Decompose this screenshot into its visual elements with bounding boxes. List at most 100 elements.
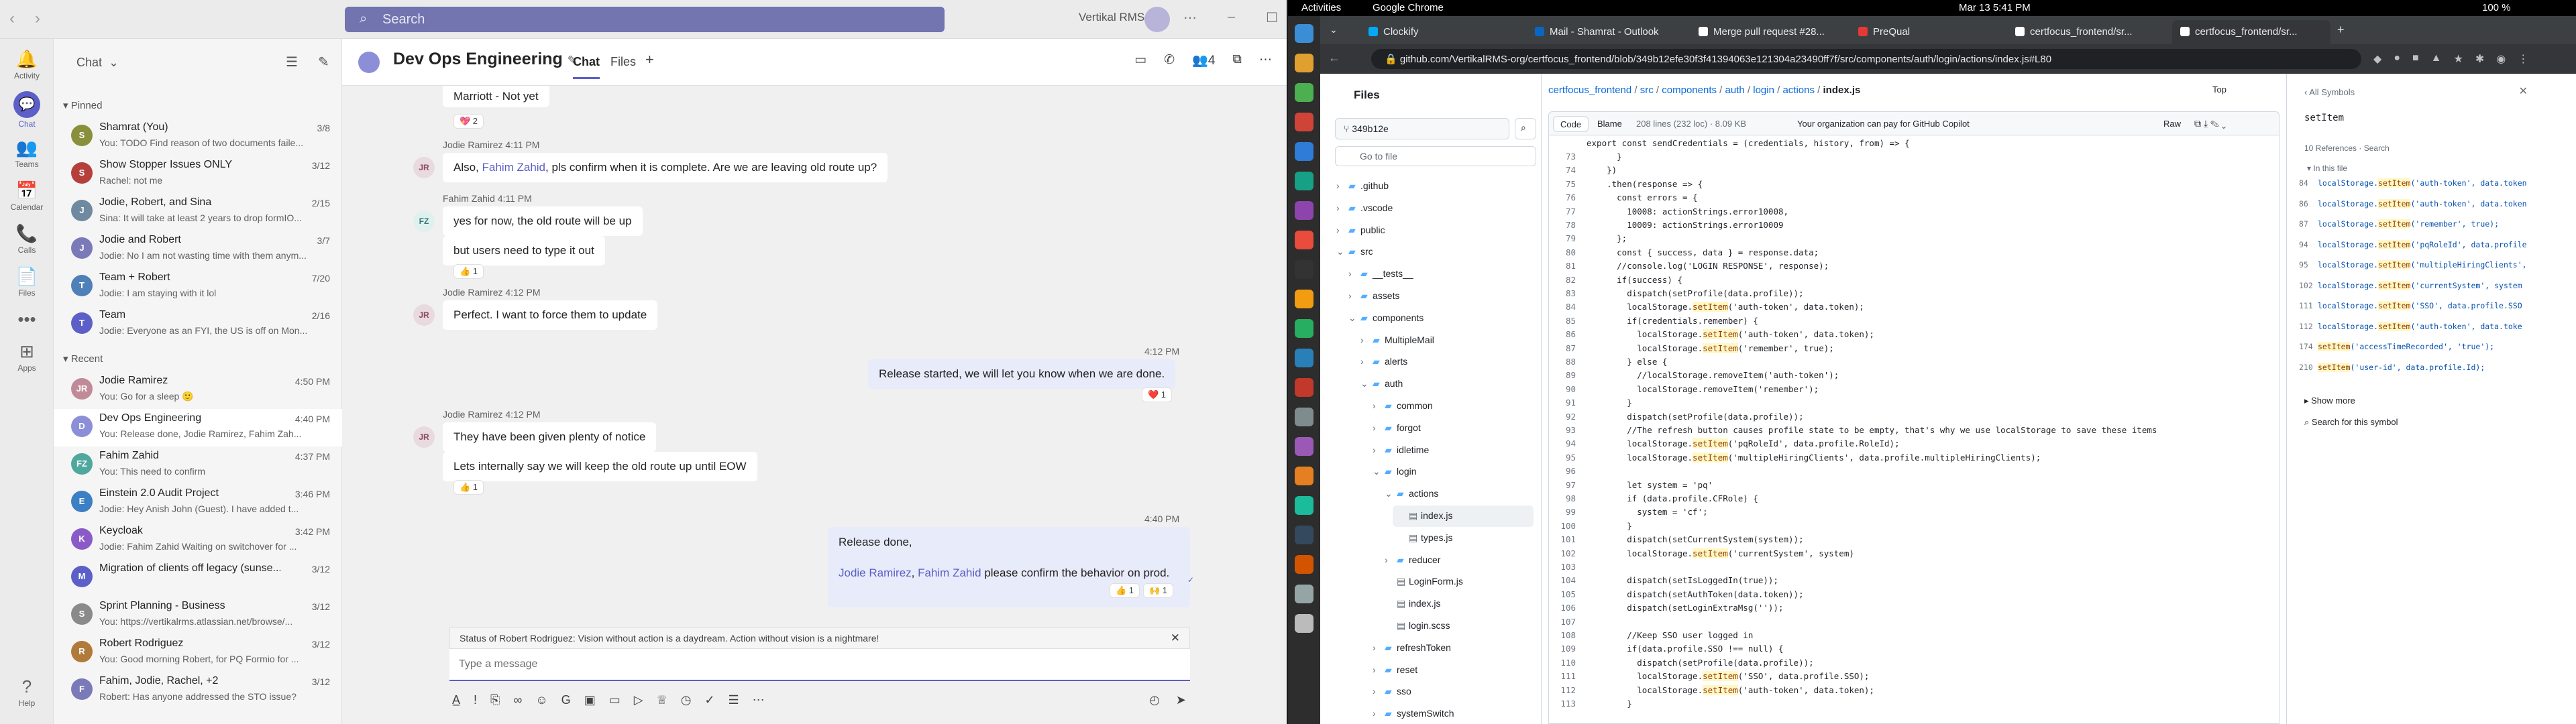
line-number[interactable]: 104 <box>1549 574 1587 587</box>
dock-app-icon[interactable] <box>1295 172 1313 190</box>
rail-calls[interactable]: 📞 Calls <box>0 223 54 255</box>
rail-more[interactable]: ••• <box>0 308 54 330</box>
dock-app-icon[interactable] <box>1295 290 1313 308</box>
audio-call-icon[interactable]: ✆ <box>1164 52 1175 68</box>
chat-list-item[interactable]: F Fahim, Jodie, Rachel, +2 Robert: Has any… <box>54 672 342 709</box>
chat-list-item[interactable]: S Sprint Planning - Business You: https://… <box>54 597 342 634</box>
reaction-chip[interactable]: 🙌 1 <box>1143 583 1174 598</box>
rail-teams[interactable]: 👥 Teams <box>0 137 54 169</box>
profile-icon[interactable]: ◉ <box>2496 52 2506 66</box>
line-number[interactable]: 109 <box>1549 642 1587 656</box>
pinned-section-label[interactable]: ▾ Pinned <box>63 99 102 111</box>
approvals-icon[interactable]: ✓ <box>704 693 714 707</box>
line-number[interactable]: 110 <box>1549 656 1587 670</box>
filter-icon[interactable]: ☰ <box>286 54 298 70</box>
reference-item[interactable]: 87 localStorage.setItem('remember', true)… <box>2299 219 2499 229</box>
praise-icon[interactable]: ♕ <box>657 693 667 707</box>
symbol-highlight[interactable]: setItem <box>1693 452 1728 463</box>
line-number[interactable]: 78 <box>1549 219 1587 232</box>
line-number[interactable]: 97 <box>1549 479 1587 492</box>
breadcrumb-segment[interactable]: components <box>1662 84 1717 96</box>
chevron-down-icon[interactable]: ⌄ <box>2222 118 2226 129</box>
browser-tab[interactable]: certfocus_frontend/sr... <box>2172 20 2330 44</box>
mention-link[interactable]: Fahim Zahid <box>918 566 981 579</box>
rail-apps[interactable]: ⊞ Apps <box>0 341 54 373</box>
tree-item[interactable]: ⌄ ▰ src <box>1332 241 1534 263</box>
browser-tab[interactable]: Mail - Shamrat - Outlook <box>1527 20 1685 44</box>
forms-icon[interactable]: ☰ <box>729 693 739 707</box>
dock-app-icon[interactable] <box>1295 260 1313 279</box>
more-options-icon[interactable]: ⋯ <box>1183 9 1197 26</box>
tree-item[interactable]: › ▰ .vscode <box>1332 198 1534 219</box>
tree-item[interactable]: › ▰ .github <box>1332 176 1534 197</box>
line-number[interactable]: 87 <box>1549 342 1587 355</box>
breadcrumb-segment[interactable]: certfocus_frontend <box>1548 84 1631 96</box>
tree-item[interactable]: › ▰ __tests__ <box>1344 263 1534 285</box>
mention-link[interactable]: Fahim Zahid <box>482 161 545 174</box>
loop-icon[interactable]: ∞ <box>513 693 522 707</box>
puzzle-icon[interactable]: ✱ <box>2475 52 2484 66</box>
attach-icon[interactable]: ⎘ <box>490 693 500 707</box>
chat-list-item[interactable]: T Team + Robert Jodie: I am staying with i… <box>54 268 342 306</box>
close-icon[interactable]: ✕ <box>2519 84 2528 98</box>
line-number[interactable]: 112 <box>1549 684 1587 697</box>
symbol-highlight[interactable]: setItem <box>1703 671 1738 682</box>
message-compose-input[interactable]: Type a message <box>449 649 1190 681</box>
symbol-highlight[interactable]: setItem <box>2318 342 2351 351</box>
new-chat-icon[interactable]: ✎ <box>318 54 329 70</box>
symbol-highlight[interactable]: setItem <box>1693 438 1728 449</box>
line-number[interactable]: 82 <box>1549 274 1587 287</box>
gif-icon[interactable]: G <box>561 693 571 707</box>
tree-item[interactable]: › ▰ systemSwitch <box>1368 703 1534 724</box>
symbol-highlight[interactable]: setItem <box>1693 548 1728 558</box>
symbols-title[interactable]: ‹ All Symbols <box>2304 87 2355 97</box>
symbol-highlight[interactable]: setItem <box>2378 321 2411 331</box>
line-number[interactable]: 83 <box>1549 287 1587 300</box>
line-number[interactable]: 107 <box>1549 615 1587 629</box>
line-number[interactable]: 92 <box>1549 410 1587 424</box>
chat-list-item[interactable]: JR Jodie Ramirez You: Go for a sleep 🙂 4:50… <box>54 371 342 409</box>
profile-avatar[interactable] <box>1144 7 1170 32</box>
chat-list-item[interactable]: T Team Jodie: Everyone as an FYI, the US i… <box>54 306 342 343</box>
tree-item[interactable]: ▤ index.js <box>1381 593 1534 615</box>
tab-blame[interactable]: Blame <box>1591 116 1629 132</box>
menu-dots-icon[interactable]: ⋮ <box>2518 52 2528 66</box>
code-view[interactable]: export const sendCredentials = (credenti… <box>1548 135 2279 724</box>
dock-app-icon[interactable] <box>1295 142 1313 161</box>
chat-list-title[interactable]: Chat ⌄ <box>70 50 119 72</box>
schedule-send-icon[interactable]: ◴ <box>1149 693 1160 707</box>
top-link[interactable]: Top <box>2212 84 2226 95</box>
reference-item[interactable]: 102 localStorage.setItem('currentSystem',… <box>2299 280 2522 290</box>
dock-app-icon[interactable] <box>1295 408 1313 426</box>
line-number[interactable]: 88 <box>1549 355 1587 369</box>
dock-app-icon[interactable] <box>1295 319 1313 338</box>
line-number[interactable]: 99 <box>1549 505 1587 519</box>
symbol-highlight[interactable]: setItem <box>2378 280 2411 290</box>
line-number[interactable]: 111 <box>1549 670 1587 683</box>
line-number[interactable]: 93 <box>1549 424 1587 437</box>
search-input[interactable]: ⌕ Search <box>345 7 945 32</box>
reference-item[interactable]: 94 localStorage.setItem('pqRoleId', data.… <box>2299 239 2527 249</box>
rail-activity[interactable]: 🔔 Activity <box>0 48 54 80</box>
dock-app-icon[interactable] <box>1295 555 1313 574</box>
extension-icon[interactable]: ◆ <box>2373 52 2381 66</box>
line-number[interactable]: 85 <box>1549 314 1587 328</box>
address-bar[interactable]: 🔒 github.com/VertikalRMS-org/certfocus_f… <box>1371 49 2361 69</box>
line-number[interactable]: 73 <box>1549 150 1587 164</box>
line-number[interactable]: 108 <box>1549 629 1587 642</box>
chat-list-item[interactable]: S Show Stopper Issues ONLY Rachel: not me 3… <box>54 156 342 193</box>
dock-app-icon[interactable] <box>1295 201 1313 220</box>
tree-item[interactable]: › ▰ public <box>1332 220 1534 241</box>
chat-list-item[interactable]: J Jodie and Robert Jodie: No I am not wast… <box>54 231 342 268</box>
dock-app-icon[interactable] <box>1295 614 1313 633</box>
rail-calendar[interactable]: 📅 Calendar <box>0 180 54 212</box>
symbol-highlight[interactable]: setItem <box>2378 239 2411 249</box>
dock-app-icon[interactable] <box>1295 54 1313 72</box>
dock-app-icon[interactable] <box>1295 437 1313 456</box>
tree-item[interactable]: ⌄ ▰ actions <box>1381 483 1534 505</box>
dock-app-icon[interactable] <box>1295 113 1313 131</box>
chat-list-item[interactable]: J Jodie, Robert, and Sina Sina: It will ta… <box>54 193 342 231</box>
back-arrow-icon[interactable]: ← <box>1328 51 1340 65</box>
tree-item[interactable]: › ▰ MultipleMail <box>1356 330 1534 351</box>
tree-item[interactable]: ▤ login.scss <box>1381 615 1534 637</box>
